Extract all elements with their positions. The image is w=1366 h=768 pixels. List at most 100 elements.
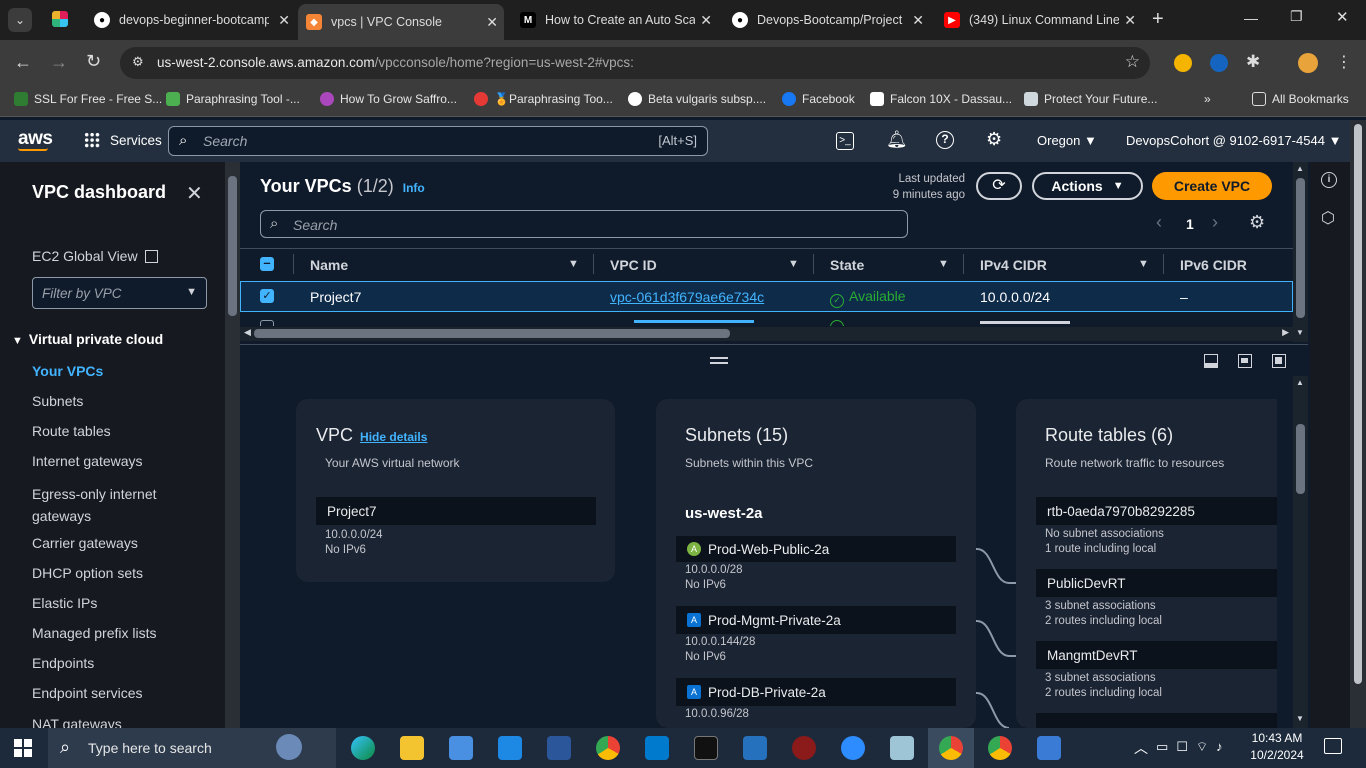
windows-start-icon[interactable] [14, 739, 32, 757]
bookmark-item[interactable]: How To Grow Saffro... [320, 92, 457, 106]
powershell-icon[interactable] [743, 736, 767, 760]
restore-icon[interactable]: ❐ [1290, 8, 1303, 25]
page-number[interactable]: 1 [1186, 216, 1194, 232]
close-tab-icon[interactable]: ✕ [1124, 12, 1136, 29]
route-table-item[interactable]: MangmtDevRT [1036, 641, 1277, 669]
all-bookmarks[interactable]: All Bookmarks [1252, 92, 1349, 106]
site-info-icon[interactable]: ⚙ [132, 54, 144, 70]
sort-caret-icon[interactable]: ▼ [938, 258, 949, 270]
column-header-name[interactable]: Name [310, 257, 348, 273]
browser-tab[interactable]: ● devops-beginner-bootcamp ✕ [86, 6, 296, 34]
tab-search-icon[interactable]: ⌄ [8, 8, 32, 32]
reload-icon[interactable]: ↻ [86, 51, 101, 72]
file-explorer-icon[interactable] [400, 736, 424, 760]
notifications-bell-icon[interactable]: 🔔︎ [886, 130, 908, 150]
select-all-checkbox[interactable]: – [260, 256, 274, 271]
actions-button[interactable]: Actions ▼ [1032, 172, 1143, 200]
help-icon[interactable]: ? [936, 131, 954, 149]
store-icon[interactable] [449, 736, 473, 760]
cloudshell-icon[interactable]: >_ [836, 132, 854, 150]
bookmark-item[interactable]: 🏅Paraphrasing Too... [474, 92, 613, 106]
minimize-icon[interactable]: — [1244, 10, 1258, 26]
page-scrollbar[interactable] [1350, 120, 1366, 728]
filter-by-vpc-select[interactable]: Filter by VPC ▼ [32, 277, 207, 309]
sidebar-item-internet-gateways[interactable]: Internet gateways [32, 453, 143, 469]
clock-date[interactable]: 10/2/2024 [1248, 748, 1306, 762]
url-field[interactable]: ⚙ us-west-2.console.aws.amazon.com/vpcco… [120, 47, 1150, 79]
vpc-section-toggle[interactable]: ▼ Virtual private cloud [12, 331, 163, 347]
sidebar-item-prefix-lists[interactable]: Managed prefix lists [32, 625, 157, 641]
taskbar-search-box[interactable]: ⌕ Type here to search [48, 728, 336, 768]
sidebar-item-endpoint-services[interactable]: Endpoint services [32, 685, 143, 701]
sort-caret-icon[interactable]: ▼ [788, 258, 799, 270]
vpc-search-input[interactable]: ⌕ Search [260, 210, 908, 238]
row-checkbox[interactable] [260, 320, 274, 326]
sidebar-item-egress-only[interactable]: Egress-only internet gateways [32, 483, 182, 527]
terminal-icon[interactable] [694, 736, 718, 760]
sidebar-item-carrier-gateways[interactable]: Carrier gateways [32, 535, 138, 551]
sidebar-item-subnets[interactable]: Subnets [32, 393, 83, 409]
sidebar-item-nat-gateways[interactable]: NAT gateways [32, 715, 122, 728]
close-tab-icon[interactable]: ✕ [700, 12, 712, 29]
browser-tab-active[interactable]: ◆ vpcs | VPC Console ✕ [298, 4, 504, 40]
chrome-icon[interactable] [596, 736, 620, 760]
main-scrollbar[interactable]: ▲ ▼ [1293, 162, 1308, 342]
subnet-item[interactable]: A Prod-Mgmt-Private-2a [676, 606, 956, 634]
sidebar-item-route-tables[interactable]: Route tables [32, 423, 111, 439]
column-header-state[interactable]: State [830, 257, 864, 273]
word-icon[interactable] [547, 736, 571, 760]
horizontal-scrollbar[interactable]: ◀ ▶ [240, 327, 1293, 341]
close-tab-icon[interactable]: ✕ [486, 14, 498, 31]
bookmark-item[interactable]: Facebook [782, 92, 855, 106]
sidebar-item-your-vpcs[interactable]: Your VPCs [32, 363, 103, 379]
chrome-icon[interactable] [939, 736, 963, 760]
ec2-global-view-link[interactable]: EC2 Global View [32, 248, 159, 264]
info-link[interactable]: Info [403, 181, 425, 195]
bookmark-item[interactable]: SSL For Free - Free S... [14, 92, 162, 106]
back-icon[interactable]: ← [14, 52, 32, 73]
extensions-puzzle-icon[interactable]: ✱ [1246, 52, 1260, 72]
sort-caret-icon[interactable]: ▼ [1138, 258, 1149, 270]
vpc-name-box[interactable]: Project7 [316, 497, 596, 525]
notifications-icon[interactable] [1324, 738, 1342, 754]
subnet-item[interactable]: A Prod-Web-Public-2a [676, 536, 956, 562]
forward-icon[interactable]: → [50, 52, 68, 73]
sidebar-item-dhcp[interactable]: DHCP option sets [32, 565, 143, 581]
close-sidebar-icon[interactable]: ✕ [186, 181, 203, 206]
row-checkbox[interactable]: ✓ [260, 289, 274, 303]
notepad-icon[interactable] [890, 736, 914, 760]
bookmark-item[interactable]: Protect Your Future... [1024, 92, 1157, 106]
refresh-button[interactable]: ⟳ [976, 172, 1022, 200]
show-hidden-icons[interactable]: ︿ [1134, 738, 1148, 758]
route-table-item[interactable]: PublicDevRT [1036, 569, 1277, 597]
column-header-ipv6[interactable]: IPv6 CIDR [1180, 257, 1247, 273]
column-header-vpc-id[interactable]: VPC ID [610, 257, 657, 273]
table-row-clipped[interactable] [240, 313, 1293, 326]
edge-icon[interactable] [351, 736, 375, 760]
clock-time[interactable]: 10:43 AM [1248, 731, 1306, 745]
browser-tab[interactable]: ▶ (349) Linux Command Line ✕ [936, 6, 1142, 34]
table-row-selected[interactable] [240, 281, 1293, 312]
vscode-icon[interactable] [645, 736, 669, 760]
panel-bottom-icon[interactable] [1204, 354, 1218, 368]
close-tab-icon[interactable]: ✕ [278, 12, 290, 29]
new-tab-icon[interactable]: + [1152, 8, 1164, 31]
route-table-item[interactable]: rtb-0aeda7970b8292285 [1036, 497, 1277, 525]
bookmark-item[interactable]: Falcon 10X - Dassau... [870, 92, 1012, 106]
sidebar-scrollbar[interactable] [225, 162, 240, 728]
more-bookmarks-icon[interactable]: » [1204, 92, 1211, 106]
browser-tab[interactable]: ● Devops-Bootcamp/Project ✕ [724, 6, 930, 34]
extension-icon[interactable] [1210, 54, 1228, 72]
subnet-item[interactable]: A Prod-DB-Private-2a [676, 678, 956, 706]
game-icon[interactable] [792, 736, 816, 760]
vpc-id-link[interactable]: vpc-061d3f679ae6e734c [610, 289, 764, 305]
close-tab-icon[interactable]: ✕ [912, 12, 924, 29]
panel-full-icon[interactable] [1272, 354, 1286, 368]
sidebar-item-endpoints[interactable]: Endpoints [32, 655, 94, 671]
region-selector[interactable]: Oregon ▼ [1037, 133, 1097, 148]
sort-caret-icon[interactable]: ▼ [568, 258, 579, 270]
vpc-id-link-clipped[interactable] [634, 320, 754, 323]
browser-menu-icon[interactable]: ⋮ [1336, 52, 1352, 72]
slack-icon[interactable] [52, 11, 68, 27]
system-tray-icons[interactable]: ▭☐⌔♪ [1156, 739, 1231, 755]
